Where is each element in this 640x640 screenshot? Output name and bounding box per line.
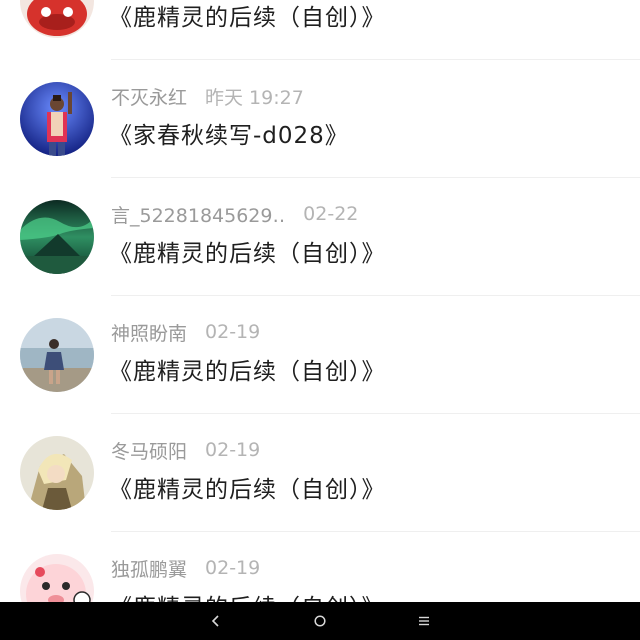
message-title[interactable]: 《鹿精灵的后续（自创）》 [109,470,386,504]
list-item[interactable]: 《鹿精灵的后续（自创）》 [0,0,640,60]
message-list-screen: 《鹿精灵的后续（自创）》 不灭永红 昨天 19:27 《家春秋续写-d028》 … [0,0,640,640]
sender-name: 神照盼南 [111,322,188,345]
list-item[interactable]: 言_52281845629‥ 02-22 《鹿精灵的后续（自创）》 [0,178,640,296]
message-time: 02-19 [205,439,261,461]
message-meta: 神照盼南 02-19 [111,317,260,347]
message-title[interactable]: 《家春秋续写-d028》 [109,116,349,150]
message-time: 02-19 [205,557,261,579]
sender-name: 独孤鹏翼 [111,558,188,581]
message-meta: 独孤鹏翼 02-19 [111,553,260,583]
message-meta: 冬马硕阳 02-19 [111,435,260,465]
list-item[interactable]: 冬马硕阳 02-19 《鹿精灵的后续（自创）》 [0,414,640,532]
recents-menu-icon [419,616,429,626]
home-button[interactable] [268,602,372,640]
message-time: 昨天 19:27 [205,86,304,109]
recents-button[interactable] [372,602,476,640]
message-meta: 言_52281845629‥ 02-22 [111,199,358,229]
list-item[interactable]: 神照盼南 02-19 《鹿精灵的后续（自创）》 [0,296,640,414]
message-time: 02-19 [205,321,261,343]
message-list[interactable]: 《鹿精灵的后续（自创）》 不灭永红 昨天 19:27 《家春秋续写-d028》 … [0,0,640,640]
anime-character-avatar-icon[interactable] [20,436,94,510]
message-meta: 不灭永红 昨天 19:27 [111,81,304,111]
sender-name: 不灭永红 [111,86,188,109]
sender-name: 言_52281845629‥ [111,204,286,227]
list-item[interactable]: 不灭永红 昨天 19:27 《家春秋续写-d028》 [0,60,640,178]
message-title[interactable]: 《鹿精灵的后续（自创）》 [109,352,386,386]
back-button[interactable] [164,602,268,640]
back-chevron-icon [211,615,219,627]
red-cartoon-avatar-icon[interactable] [20,0,94,38]
aurora-mountain-avatar-icon[interactable] [20,200,94,274]
message-title[interactable]: 《鹿精灵的后续（自创）》 [109,234,386,268]
system-navigation-bar [0,602,640,640]
performer-photo-avatar-icon[interactable] [20,82,94,156]
beach-person-avatar-icon[interactable] [20,318,94,392]
sender-name: 冬马硕阳 [111,440,188,463]
message-time: 02-22 [303,203,359,225]
message-title[interactable]: 《鹿精灵的后续（自创）》 [109,0,386,32]
home-circle-icon [314,615,326,627]
